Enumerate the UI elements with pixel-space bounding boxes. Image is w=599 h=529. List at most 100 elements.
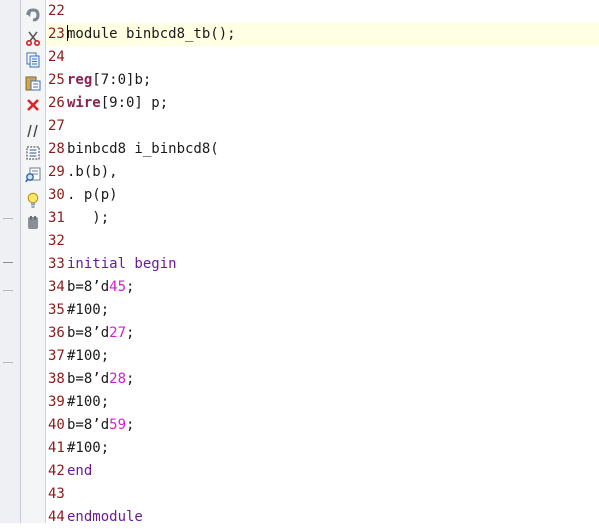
- code-line[interactable]: 39 #100;: [46, 391, 599, 414]
- select-block-icon[interactable]: [24, 144, 42, 162]
- code-line[interactable]: 22: [46, 0, 599, 23]
- code-text[interactable]: binbcd8 i_binbcd8(: [67, 138, 219, 161]
- line-number: 37: [48, 348, 65, 364]
- line-number: 39: [48, 394, 65, 410]
- code-text[interactable]: wire[9:0] p;: [67, 92, 168, 115]
- code-text[interactable]: b=8’d27;: [67, 322, 134, 345]
- code-line[interactable]: 44 endmodule: [46, 506, 599, 529]
- code-token: module binbcd8_tb();: [67, 26, 236, 42]
- code-line[interactable]: 41 #100;: [46, 437, 599, 460]
- line-number: 35: [48, 302, 65, 318]
- code-text[interactable]: #100;: [67, 345, 109, 368]
- stamp-icon[interactable]: [24, 214, 42, 232]
- code-line[interactable]: 29 .b(b),: [46, 161, 599, 184]
- find-icon[interactable]: [24, 166, 42, 184]
- code-text[interactable]: module binbcd8_tb();: [67, 23, 236, 46]
- code-token: binbcd8 i_binbcd8(: [67, 141, 219, 157]
- code-line[interactable]: 31 );: [46, 207, 599, 230]
- panel-divider: [3, 362, 13, 363]
- panel-divider: [3, 290, 13, 291]
- panel-divider: [3, 218, 13, 219]
- code-token: b=8’d: [67, 371, 110, 387]
- line-number: 40: [48, 417, 65, 433]
- code-line[interactable]: 42 end: [46, 460, 599, 483]
- code-number: 27: [109, 325, 127, 341]
- code-line[interactable]: 24: [46, 46, 599, 69]
- panel-divider: [3, 262, 13, 263]
- code-text[interactable]: b=8’d28;: [67, 368, 134, 391]
- code-text[interactable]: #100;: [67, 437, 109, 460]
- code-keyword: reg: [67, 72, 93, 88]
- code-line[interactable]: 36 b=8’d27;: [46, 322, 599, 345]
- code-token: [7:0]b;: [92, 72, 152, 88]
- lightbulb-icon[interactable]: [24, 191, 42, 209]
- code-text[interactable]: b=8’d45;: [67, 276, 134, 299]
- line-number: 24: [48, 49, 65, 65]
- code-keyword: end: [67, 463, 93, 479]
- left-panel-edge: [0, 0, 21, 523]
- code-line[interactable]: 33 initial begin: [46, 253, 599, 276]
- line-number: 32: [48, 233, 65, 249]
- code-text[interactable]: #100;: [67, 299, 109, 322]
- code-line[interactable]: 27: [46, 115, 599, 138]
- code-token: #100;: [67, 394, 110, 410]
- paste-icon[interactable]: [24, 74, 42, 92]
- code-line[interactable]: 43: [46, 483, 599, 506]
- line-number: 29: [48, 164, 65, 180]
- code-editor[interactable]: 22 23 module binbcd8_tb(); 24 25 reg[7:0]b; 26…: [46, 0, 599, 525]
- code-token: [9:0] p;: [100, 95, 169, 111]
- comment-icon[interactable]: [24, 122, 42, 140]
- code-text[interactable]: );: [67, 207, 109, 230]
- code-line[interactable]: 40 b=8’d59;: [46, 414, 599, 437]
- code-token: #100;: [67, 348, 110, 364]
- line-number: 38: [48, 371, 65, 387]
- code-text[interactable]: initial begin: [67, 253, 177, 276]
- code-line[interactable]: 25 reg[7:0]b;: [46, 69, 599, 92]
- code-token: .b(b),: [67, 164, 118, 180]
- code-line[interactable]: 28 binbcd8 i_binbcd8(: [46, 138, 599, 161]
- code-keyword: wire: [67, 95, 101, 111]
- code-token: b=8’d: [67, 325, 110, 341]
- code-line[interactable]: 23 module binbcd8_tb();: [46, 23, 599, 46]
- code-line[interactable]: 38 b=8’d28;: [46, 368, 599, 391]
- code-text[interactable]: reg[7:0]b;: [67, 69, 151, 92]
- line-number: 27: [48, 118, 65, 134]
- line-number: 44: [48, 509, 65, 525]
- code-token: ;: [126, 417, 135, 433]
- code-number: 45: [109, 279, 127, 295]
- line-number: 30: [48, 187, 65, 203]
- code-line[interactable]: 30. p(p): [46, 184, 599, 207]
- copy-icon[interactable]: [24, 51, 42, 69]
- code-token: b=8’d: [67, 417, 110, 433]
- line-number: 36: [48, 325, 65, 341]
- line-number: 26: [48, 95, 65, 111]
- undo-icon[interactable]: [24, 6, 42, 24]
- code-text[interactable]: #100;: [67, 391, 109, 414]
- code-token: . p(p): [67, 187, 118, 203]
- code-line[interactable]: 34 b=8’d45;: [46, 276, 599, 299]
- code-text[interactable]: .b(b),: [67, 161, 118, 184]
- code-line[interactable]: 32: [46, 230, 599, 253]
- code-text[interactable]: b=8’d59;: [67, 414, 134, 437]
- line-number: 42: [48, 463, 65, 479]
- editor-toolbar: [21, 0, 45, 523]
- code-keyword: initial begin: [67, 256, 177, 272]
- code-token: ;: [126, 279, 135, 295]
- code-line[interactable]: 26 wire[9:0] p;: [46, 92, 599, 115]
- code-line[interactable]: 35 #100;: [46, 299, 599, 322]
- code-text[interactable]: endmodule: [67, 506, 143, 529]
- line-number: 41: [48, 440, 65, 456]
- line-number: 25: [48, 72, 65, 88]
- code-token: ;: [126, 371, 135, 387]
- line-number: 31: [48, 210, 65, 226]
- code-text[interactable]: end: [67, 460, 92, 483]
- code-token: );: [67, 210, 110, 226]
- code-token: #100;: [67, 440, 110, 456]
- cut-icon[interactable]: [24, 29, 42, 47]
- code-number: 28: [109, 371, 127, 387]
- delete-icon[interactable]: [24, 96, 42, 114]
- code-line[interactable]: 37 #100;: [46, 345, 599, 368]
- code-text[interactable]: . p(p): [67, 184, 118, 207]
- line-number: 43: [48, 486, 65, 502]
- line-number: 33: [48, 256, 65, 272]
